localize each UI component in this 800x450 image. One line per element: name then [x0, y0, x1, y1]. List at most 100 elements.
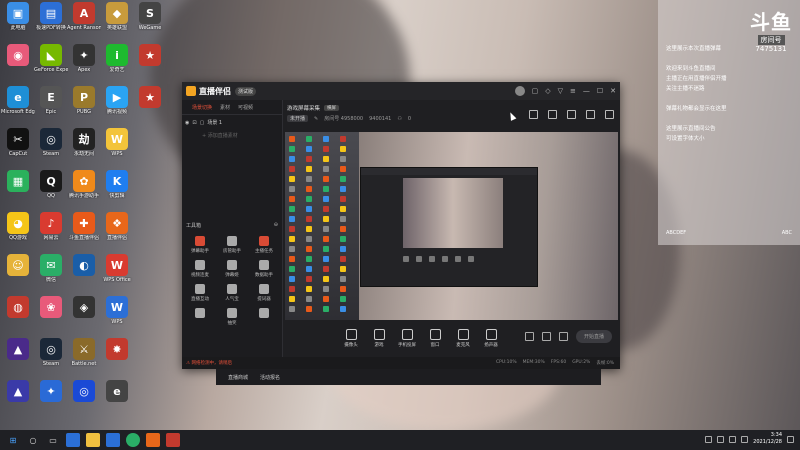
desktop-icon[interactable]: ▶ 腾讯视频 — [100, 86, 134, 115]
capture-tool[interactable]: 手机投屏 — [393, 329, 421, 348]
desktop-icon[interactable]: ✚ 斗鱼直播伴侣 — [67, 212, 101, 241]
left-tab[interactable]: 素材 — [220, 104, 230, 111]
tray-arrow-icon[interactable] — [705, 435, 713, 443]
desktop-icon[interactable]: ❀ — [34, 296, 68, 319]
tool-item[interactable]: 弹幕姬 — [216, 260, 248, 278]
desktop-icon[interactable]: ◕ QQ游戏 — [1, 212, 35, 241]
desktop-icon[interactable]: ✂ CapCut — [1, 128, 35, 157]
desktop-icon[interactable]: ✉ 微信 — [34, 254, 68, 283]
explorer-taskbar-icon[interactable] — [86, 433, 100, 447]
desktop-icon[interactable]: S WeGame — [133, 2, 167, 31]
tool-item[interactable]: 弹幕助手 — [184, 236, 216, 254]
chrome-taskbar-icon[interactable] — [126, 433, 140, 447]
scene-row[interactable]: ◉ ⊡ ▢ 场景 1 — [182, 115, 282, 130]
desktop-icon[interactable]: W WPS — [100, 296, 134, 325]
desktop-icon[interactable]: ❖ 直播伴侣 — [100, 212, 134, 241]
message-icon[interactable]: ▢ — [532, 87, 539, 95]
tool-item[interactable]: 视频连麦 — [184, 260, 216, 278]
capture-tool[interactable]: 扬声器 — [477, 329, 505, 348]
desktop-icon[interactable]: ★ — [133, 44, 167, 67]
stream-preview[interactable] — [285, 132, 618, 320]
tool-item[interactable] — [248, 308, 280, 326]
live-companion-taskbar-icon[interactable] — [146, 433, 160, 447]
douyu-taskbar-icon[interactable] — [166, 433, 180, 447]
gear-icon[interactable] — [559, 332, 568, 341]
capture-tool[interactable]: 窗口 — [421, 329, 449, 348]
tool-item[interactable]: 提词器 — [248, 284, 280, 302]
desktop-icon[interactable]: ★ — [133, 86, 167, 109]
desktop-icon[interactable]: K 快剪辑 — [100, 170, 134, 199]
desktop-icon[interactable]: ◐ — [67, 254, 101, 277]
desktop-icon[interactable]: ☺ — [1, 254, 35, 277]
search-icon[interactable]: ○ — [26, 433, 40, 447]
desktop-icon[interactable]: ✸ — [100, 338, 134, 361]
desktop-icon[interactable]: ▤ 极速PDF转换 — [34, 2, 68, 31]
desktop-icon[interactable]: W WPS — [100, 128, 134, 157]
bell-icon[interactable] — [586, 110, 595, 119]
desktop-icon[interactable]: ◣GeForce Experience — [34, 44, 68, 73]
desktop-icon[interactable]: ◎ Steam — [34, 128, 68, 157]
desktop-icon[interactable]: ▲ — [1, 380, 35, 403]
desktop-icon[interactable]: ✦ — [34, 380, 68, 403]
desktop-icon[interactable]: A Agent Ransom — [67, 2, 101, 31]
tool-item[interactable]: 抽奖 — [216, 308, 248, 326]
desktop-icon[interactable]: ▲ — [1, 338, 35, 361]
desktop-icon[interactable]: ✦ Apex — [67, 44, 101, 73]
avatar[interactable] — [514, 86, 525, 96]
toolbox-more-icon[interactable]: ⊖ — [274, 222, 278, 229]
filter-icon[interactable]: ▽ — [558, 87, 563, 95]
layout-icon[interactable] — [529, 110, 538, 119]
desktop-icon[interactable]: i 爱奇艺 — [100, 44, 134, 73]
tool-item[interactable]: 主播任务 — [248, 236, 280, 254]
store-taskbar-icon[interactable] — [106, 433, 120, 447]
tool-item[interactable]: 数据助手 — [248, 260, 280, 278]
lock-icon[interactable]: ⊡ — [192, 120, 196, 126]
desktop-icon[interactable]: ▦ — [1, 170, 35, 193]
tool-item[interactable]: 直播互动 — [184, 284, 216, 302]
title-bar[interactable]: 直播伴侣 测试版 ▢ ◇ ▽ ≡ — ☐ ✕ — [182, 82, 620, 100]
left-tab[interactable]: 可视频 — [238, 104, 253, 111]
tool-item[interactable] — [184, 308, 216, 326]
close-icon[interactable]: ✕ — [610, 87, 616, 95]
left-tab[interactable]: 场景切换 — [192, 104, 212, 111]
desktop-icon[interactable]: ◎ Steam — [34, 338, 68, 367]
start-live-button[interactable]: 开始直播 — [576, 330, 612, 343]
capture-tool[interactable]: 摄像头 — [337, 329, 365, 348]
tool-item[interactable]: 房管助手 — [216, 236, 248, 254]
box-icon[interactable] — [567, 110, 576, 119]
desktop-icon[interactable]: e — [100, 380, 134, 403]
lower-menu-item[interactable]: 直播商城 — [228, 374, 248, 381]
network-icon[interactable] — [717, 435, 725, 443]
maximize-icon[interactable]: ☐ — [597, 87, 603, 95]
desktop-icon[interactable]: E Epic — [34, 86, 68, 115]
notification-icon[interactable] — [787, 435, 794, 443]
desktop-icon[interactable]: e Microsoft Edge — [1, 86, 35, 115]
capture-tool[interactable]: 麦克风 — [449, 329, 477, 348]
desktop-icon[interactable]: 劫永劫无间 — [67, 128, 101, 157]
desktop-icon[interactable]: P PUBG — [67, 86, 101, 115]
orientation-tag[interactable]: 横屏 — [324, 105, 340, 111]
task-view-icon[interactable]: ▭ — [46, 433, 60, 447]
system-clock[interactable]: 3:34 2021/12/28 — [753, 432, 782, 446]
eye-icon[interactable] — [542, 332, 551, 341]
camera-icon[interactable] — [525, 332, 534, 341]
edit-icon[interactable]: ✎ — [314, 116, 318, 122]
desktop-icon[interactable]: ◎ — [67, 380, 101, 403]
desktop-icon[interactable]: ◈ — [67, 296, 101, 319]
shirt-icon[interactable]: ◇ — [545, 87, 550, 95]
desktop-icon[interactable]: ✿ 腾讯手游助手 — [67, 170, 101, 199]
desktop-icon[interactable]: ⚔ Battle.net — [67, 338, 101, 367]
lock-icon[interactable] — [548, 110, 557, 119]
menu-icon[interactable]: ≡ — [570, 87, 576, 95]
lower-menu-item[interactable]: 活动报名 — [260, 374, 280, 381]
capture-tool[interactable]: 游戏 — [365, 329, 393, 348]
add-source-button[interactable]: + 添加直播素材 — [182, 130, 282, 141]
desktop-icon[interactable]: ◍ — [1, 296, 35, 319]
share-icon[interactable] — [605, 110, 614, 119]
eye-icon[interactable]: ◉ — [185, 120, 189, 126]
desktop-icon[interactable]: ◉ — [1, 44, 35, 67]
windows-start-icon[interactable]: ⊞ — [6, 433, 20, 447]
tool-item[interactable]: 人气宝 — [216, 284, 248, 302]
desktop-icon[interactable]: ◆ 英雄联盟 — [100, 2, 134, 31]
minimize-icon[interactable]: — — [583, 87, 590, 95]
